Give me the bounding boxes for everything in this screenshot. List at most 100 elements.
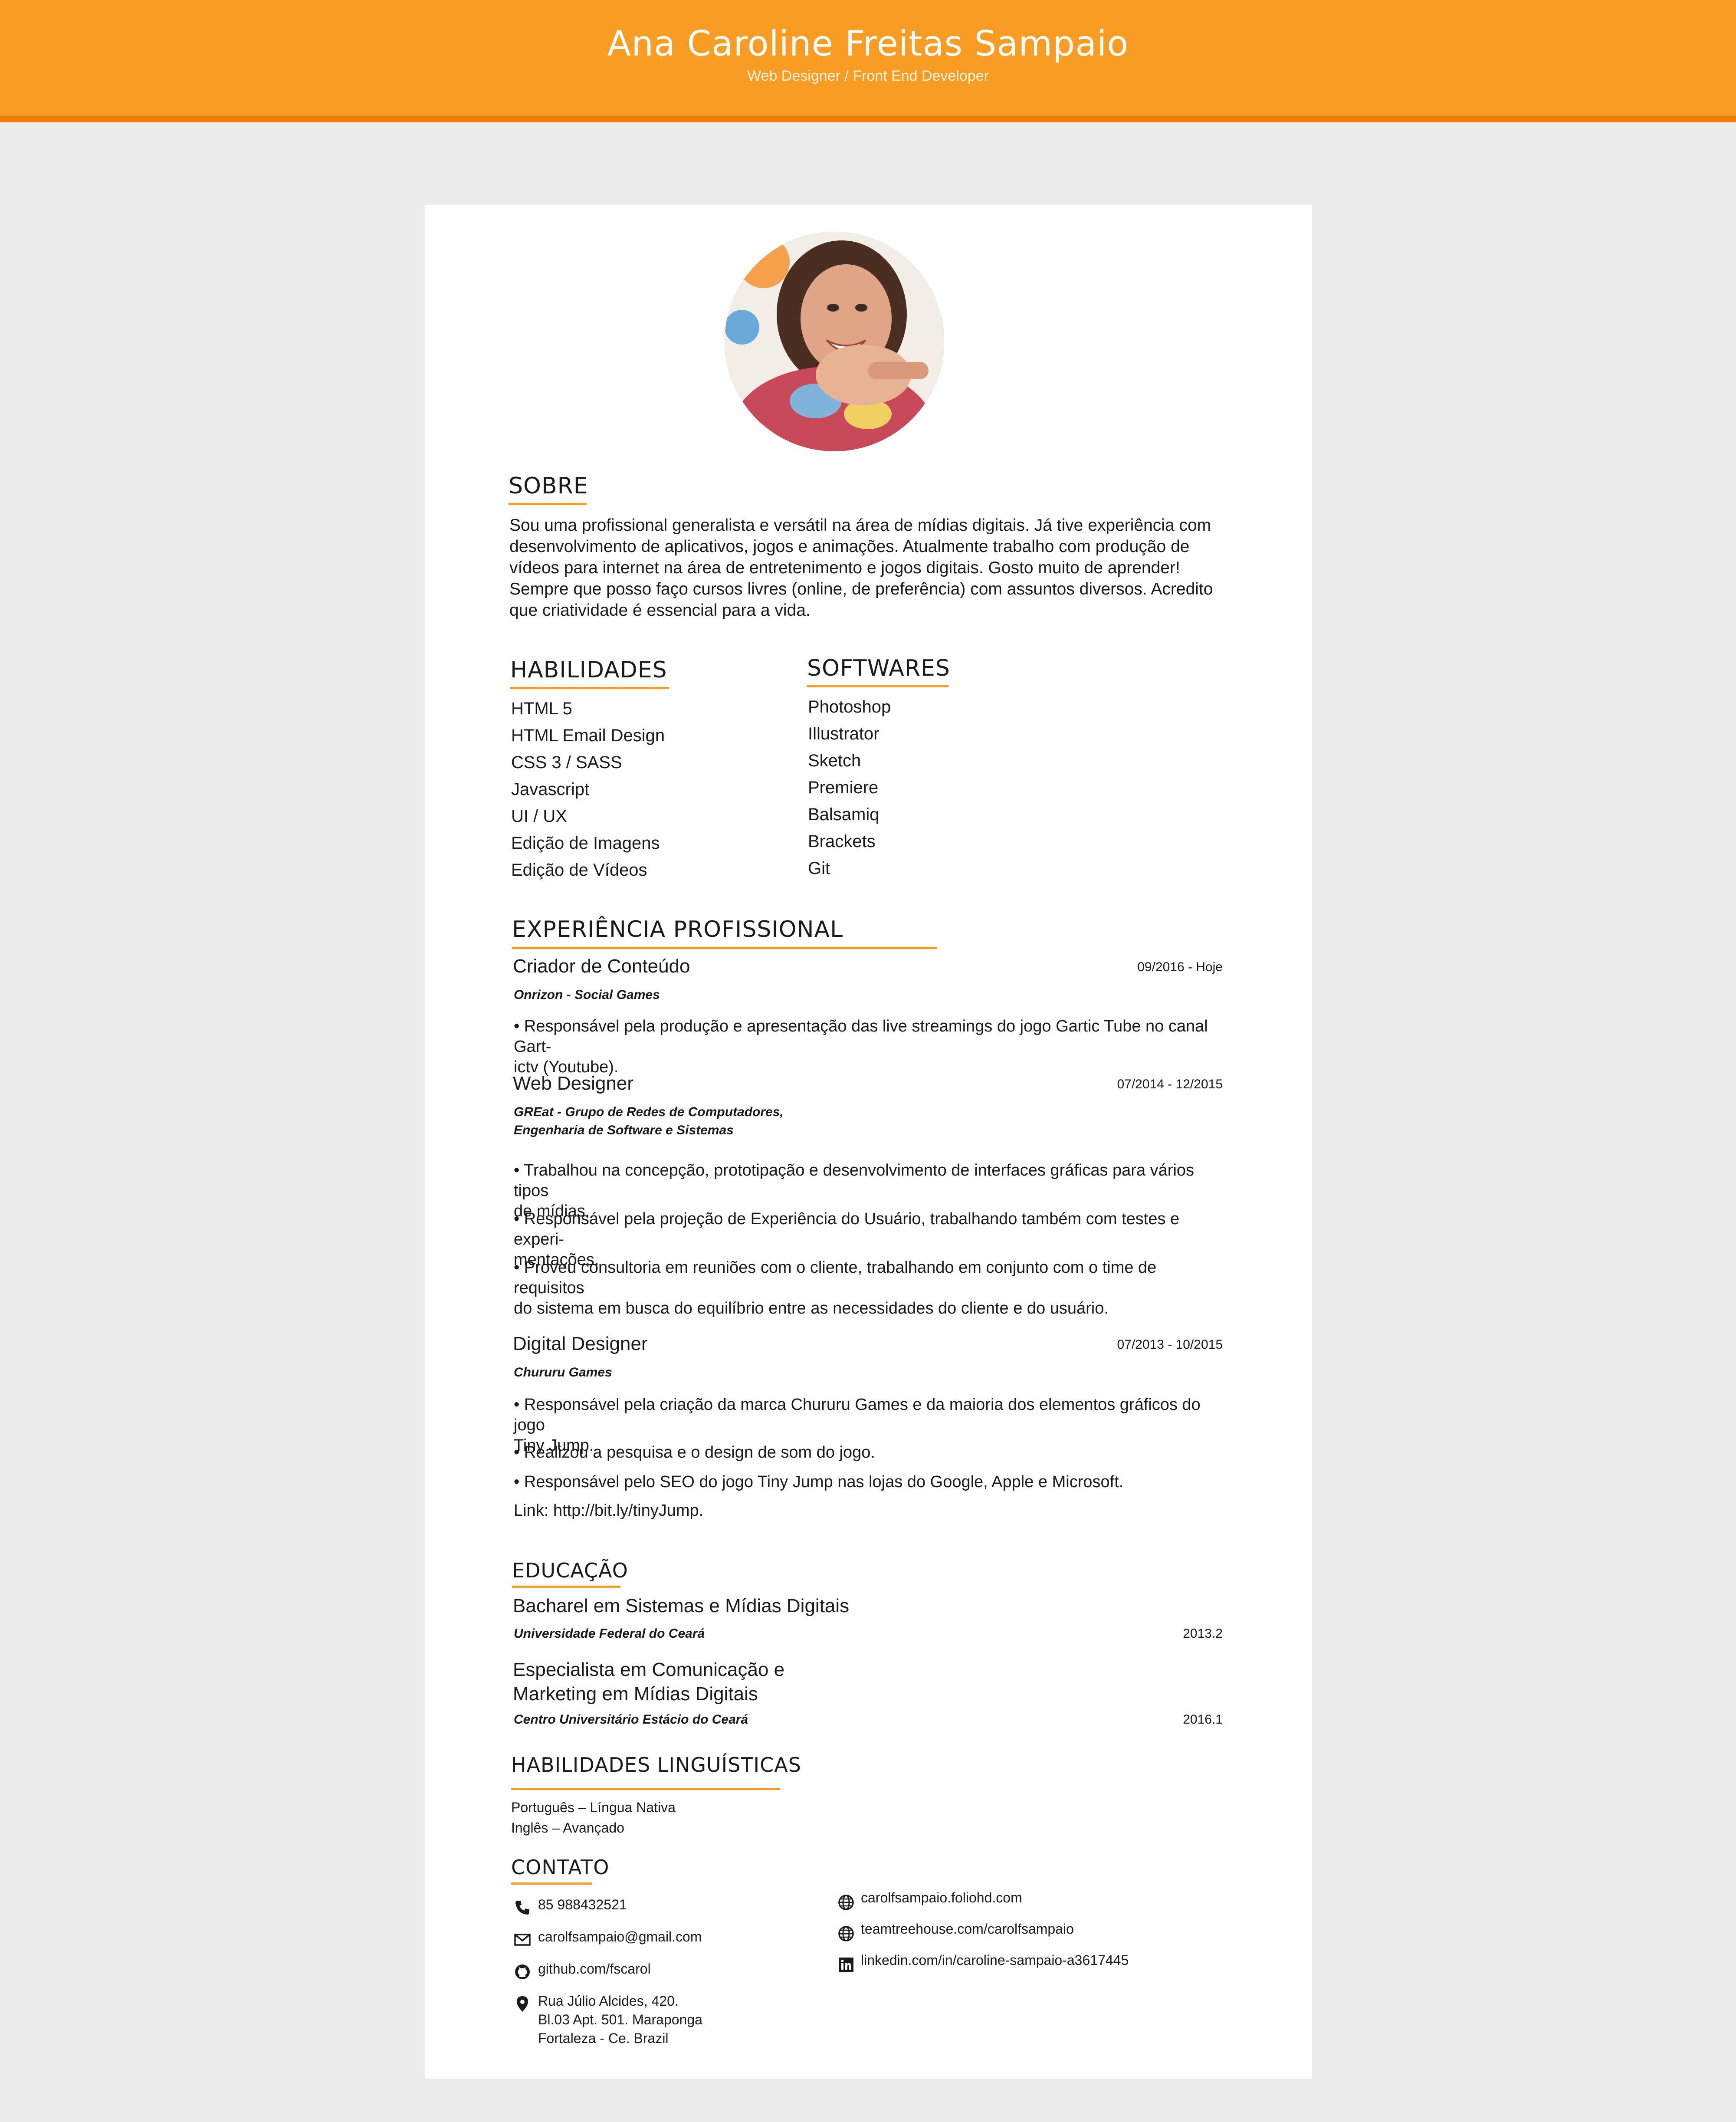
job-company: Onrizon - Social Games [514, 986, 660, 1004]
mail-icon [514, 1934, 531, 1946]
skill-item: Edição de Vídeos [511, 861, 647, 880]
company-line: Onrizon - Social Games [514, 988, 660, 1002]
bullet-line: • Responsável pelo SEO do jogo Tiny Jump… [514, 1473, 1124, 1491]
education-date: 2016.1 [1183, 1712, 1223, 1727]
software-item: Brackets [808, 832, 876, 851]
github-icon [515, 1964, 530, 1979]
skill-item: Javascript [511, 780, 590, 799]
company-line: Chururu Games [514, 1365, 612, 1380]
bullet-line: • Responsável pela projeção de Experiênc… [514, 1210, 1180, 1248]
skill-item: UI / UX [511, 807, 567, 826]
about-text: Sou uma profissional generalista e versá… [509, 515, 1213, 621]
contact-heading: CONTATO [511, 1856, 610, 1879]
profile-photo-image [725, 232, 944, 451]
bullet-line: • Trabalhou na concepção, prototipação e… [514, 1161, 1195, 1200]
degree-title: Especialista em Comunicação e Marketing … [513, 1658, 784, 1706]
software-underline [807, 685, 948, 687]
language-item: Inglês – Avançado [511, 1820, 624, 1836]
contact-address: Rua Júlio Alcides, 420. Bl.03 Apt. 501. … [538, 1992, 702, 2048]
about-underline [509, 503, 587, 505]
job-date: 07/2014 - 12/2015 [1117, 1077, 1223, 1091]
education-heading: EDUCAÇÃO [512, 1559, 628, 1582]
skill-item: HTML Email Design [511, 726, 665, 745]
job-title: Web Designer [513, 1073, 633, 1094]
address-line: Bl.03 Apt. 501. Maraponga [538, 2012, 702, 2027]
contact-line: github.com/fscarol [538, 1961, 651, 1977]
bullet-line: • Proveu consultoria em reuniões com o c… [514, 1258, 1157, 1297]
degree-title: Bacharel em Sistemas e Mídias Digitais [513, 1595, 849, 1617]
globe-icon [838, 1926, 854, 1941]
software-item: Photoshop [808, 697, 891, 716]
software-heading: SOFTWARES [807, 655, 950, 681]
skill-item: CSS 3 / SASS [511, 753, 622, 772]
skill-item: HTML 5 [511, 699, 572, 718]
about-line: que criatividade é essencial para a vida… [509, 601, 811, 620]
globe-icon [838, 1895, 854, 1910]
experience-underline [512, 947, 937, 949]
skill-item: Edição de Imagens [511, 834, 660, 853]
contact-linkedin-link[interactable]: linkedin.com/in/caroline-sampaio-a361744… [861, 1951, 1129, 1970]
job-bullet: • Responsável pela produção e apresentaç… [514, 1016, 1225, 1077]
software-item: Premiere [808, 778, 879, 797]
address-line: Fortaleza - Ce. Brazil [538, 2030, 669, 2046]
address-line: Rua Júlio Alcides, 420. [538, 1993, 679, 2009]
languages-list: Português – Língua Nativa Inglês – Avanç… [511, 1797, 676, 1838]
contact-portfolio-link[interactable]: carolfsampaio.foliohd.com [861, 1889, 1022, 1907]
job-date: 07/2013 - 10/2015 [1117, 1337, 1223, 1352]
about-heading: SOBRE [509, 473, 588, 499]
contact-phone[interactable]: 85 988432521 [538, 1895, 627, 1914]
school-name: Universidade Federal do Ceará [514, 1626, 705, 1641]
person-name: Ana Caroline Freitas Sampaio [607, 23, 1129, 64]
contact-underline [511, 1882, 592, 1885]
contact-treehouse-link[interactable]: teamtreehouse.com/carolfsampaio [861, 1920, 1074, 1938]
job-link: Link: http://bit.ly/tinyJump. [514, 1501, 1225, 1521]
language-item: Português – Língua Nativa [511, 1800, 676, 1815]
job-bullet: • Realizou a pesquisa e o design de som … [514, 1442, 1225, 1463]
contact-line: carolfsampaio@gmail.com [538, 1929, 702, 1945]
contact-email[interactable]: carolfsampaio@gmail.com [538, 1928, 702, 1946]
software-list: Photoshop Illustrator Sketch Premiere Ba… [808, 693, 891, 882]
job-bullet: • Proveu consultoria em reuniões com o c… [514, 1258, 1225, 1319]
contact-line: teamtreehouse.com/carolfsampaio [861, 1921, 1074, 1937]
job-title: Digital Designer [513, 1333, 648, 1354]
software-item: Illustrator [808, 724, 879, 743]
software-item: Git [808, 859, 830, 878]
about-line: vídeos para internet na área de entreten… [509, 558, 1180, 577]
about-line: Sempre que posso faço cursos livres (onl… [509, 580, 1213, 598]
degree-line: Marketing em Mídias Digitais [513, 1683, 758, 1705]
linkedin-icon [839, 1958, 853, 1972]
skills-list: HTML 5 HTML Email Design CSS 3 / SASS Ja… [511, 695, 665, 884]
education-date: 2013.2 [1183, 1626, 1223, 1641]
contact-github[interactable]: github.com/fscarol [538, 1960, 651, 1978]
education-underline [512, 1586, 620, 1588]
skills-underline [510, 687, 669, 689]
experience-heading: EXPERIÊNCIA PROFISSIONAL [512, 916, 843, 943]
school-name: Centro Universitário Estácio do Ceará [514, 1712, 748, 1727]
job-date: 09/2016 - Hoje [1137, 960, 1223, 974]
software-item: Sketch [808, 751, 861, 770]
resume-card: SOBRE Sou uma profissional generalista e… [425, 205, 1312, 2079]
job-company: GREat - Grupo de Redes de Computadores, … [514, 1103, 784, 1140]
contact-line: carolfsampaio.foliohd.com [861, 1890, 1022, 1905]
map-pin-icon [517, 1996, 528, 2012]
header-banner: Ana Caroline Freitas Sampaio Web Designe… [0, 0, 1736, 122]
company-line: Engenharia de Software e Sistemas [514, 1123, 734, 1137]
job-title: Criador de Conteúdo [513, 956, 690, 977]
skills-heading: HABILIDADES [510, 657, 667, 683]
degree-line: Especialista em Comunicação e [513, 1659, 785, 1680]
languages-heading: HABILIDADES LINGUÍSTICAS [511, 1753, 801, 1777]
degree-line: Bacharel em Sistemas e Mídias Digitais [513, 1595, 850, 1616]
profile-photo [725, 232, 944, 451]
bullet-line: do sistema em busca do equilíbrio entre … [514, 1299, 1109, 1317]
about-line: desenvolvimento de aplicativos, jogos e … [509, 537, 1190, 556]
about-line: Sou uma profissional generalista e versá… [509, 516, 1211, 535]
contact-line: 85 988432521 [538, 1897, 627, 1912]
company-line: GREat - Grupo de Redes de Computadores, [514, 1105, 784, 1119]
phone-icon [515, 1901, 529, 1915]
bullet-line: Link: http://bit.ly/tinyJump. [514, 1501, 704, 1520]
job-company: Chururu Games [514, 1363, 612, 1382]
job-subtitle: Web Designer / Front End Developer [747, 68, 989, 84]
software-item: Balsamiq [808, 805, 879, 824]
bullet-line: • Responsável pela produção e apresentaç… [514, 1017, 1208, 1056]
job-bullet: • Responsável pelo SEO do jogo Tiny Jump… [514, 1472, 1225, 1492]
